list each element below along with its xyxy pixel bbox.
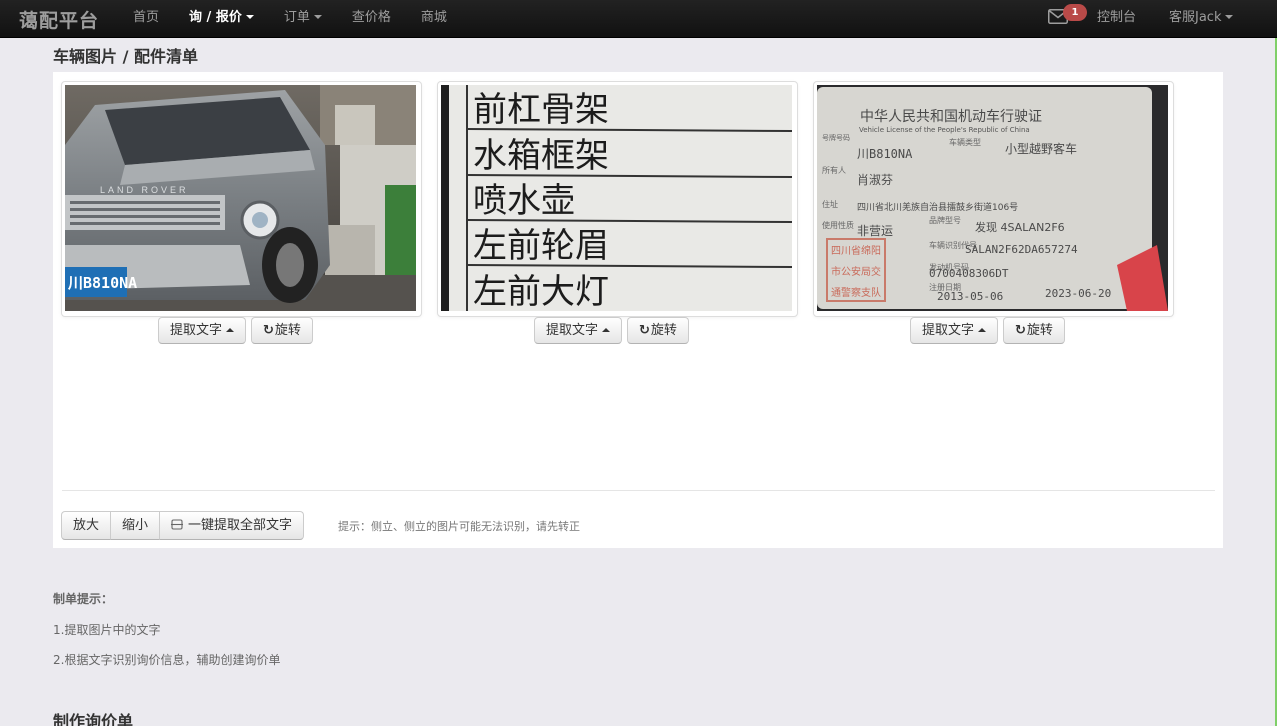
svg-text:号牌号码: 号牌号码 (822, 133, 850, 142)
nav-home[interactable]: 首页 (118, 0, 174, 38)
image-controls-vehicle-license: 提取文字 ↻旋转 (910, 317, 1065, 345)
rotate-hint: 提示：侧立、侧立的图片可能无法识别，请先转正 (338, 520, 580, 533)
extract-text-button[interactable]: 提取文字 (534, 317, 623, 344)
license-engine: 0700408306DT (929, 267, 1009, 280)
extract-all-text-button[interactable]: 一键提取全部文字 (159, 511, 305, 540)
image-thumbnail-vehicle-license[interactable]: 中华人民共和国机动车行驶证 Vehicle License of the Peo… (813, 81, 1174, 317)
image-thumbnail-car[interactable]: LAND ROVER 川B810NA (61, 81, 422, 317)
image-toolbar: 放大 缩小 一键提取全部文字 (61, 511, 305, 540)
svg-text:品牌型号: 品牌型号 (929, 215, 961, 225)
nav-console[interactable]: 控制台 (1097, 0, 1136, 38)
image-controls-car: 提取文字 ↻旋转 (158, 317, 313, 345)
license-address: 四川省北川羌族自治县擂鼓乡街道106号 (857, 201, 1018, 213)
parts-line-1: 前杠骨架 (473, 90, 609, 130)
license-vin: SALAN2F62DA657274 (965, 243, 1078, 256)
rotate-icon: ↻ (263, 323, 274, 338)
vehicle-license-photo: 中华人民共和国机动车行驶证 Vehicle License of the Peo… (817, 85, 1168, 311)
zoom-out-button[interactable]: 缩小 (110, 511, 161, 540)
caret-up-icon (978, 327, 987, 332)
svg-text:车辆类型: 车辆类型 (949, 137, 981, 147)
rotate-button[interactable]: ↻旋转 (1003, 317, 1065, 344)
license-plate-text: 川B810NA (67, 274, 137, 292)
svg-text:市公安局交: 市公安局交 (831, 265, 881, 278)
rotate-icon: ↻ (1015, 323, 1026, 338)
chevron-down-icon (1225, 14, 1234, 19)
tips-title: 制单提示： (53, 592, 114, 606)
license-register-date: 2013-05-06 (937, 290, 1003, 303)
tip-item: 1.提取图片中的文字 (53, 623, 161, 637)
section-title: 车辆图片 / 配件清单 (53, 47, 198, 66)
parts-line-3: 喷水壶 (473, 181, 575, 221)
notification-badge[interactable]: 1 (1063, 4, 1087, 21)
nav-mall[interactable]: 商城 (406, 0, 462, 38)
parts-list-photo: 前杠骨架 水箱框架 喷水壶 左前轮眉 左前大灯 (441, 85, 792, 311)
license-use: 非营运 (857, 224, 893, 238)
license-owner: 肖淑芬 (857, 173, 893, 187)
nav-price-lookup[interactable]: 查价格 (337, 0, 406, 38)
divider (62, 490, 1215, 491)
svg-text:所有人: 所有人 (822, 165, 846, 175)
car-photo: LAND ROVER 川B810NA (65, 85, 416, 311)
scan-icon (171, 519, 184, 530)
user-menu[interactable]: 客服Jack (1169, 0, 1234, 38)
rotate-button[interactable]: ↻旋转 (627, 317, 689, 344)
license-issue-date: 2023-06-20 (1045, 287, 1111, 300)
license-vehicle-type: 小型越野客车 (1005, 141, 1077, 156)
zoom-in-button[interactable]: 放大 (61, 511, 112, 540)
license-plate: 川B810NA (857, 147, 913, 161)
image-thumbnail-parts-list[interactable]: 前杠骨架 水箱框架 喷水壶 左前轮眉 左前大灯 (437, 81, 798, 317)
rotate-button[interactable]: ↻旋转 (251, 317, 313, 344)
chevron-down-icon (313, 14, 322, 19)
tip-item: 2.根据文字识别询价信息，辅助创建询价单 (53, 653, 281, 667)
svg-text:四川省绵阳: 四川省绵阳 (831, 244, 881, 257)
nav-orders[interactable]: 订单 (269, 0, 337, 38)
svg-text:通警察支队: 通警察支队 (831, 286, 881, 299)
top-navbar: 蔼配平台 首页 询 / 报价 订单 查价格 商城 1 控制台 客服Jack (0, 0, 1277, 38)
license-model: 发现 4SALAN2F6 (975, 220, 1065, 234)
image-panel: LAND ROVER 川B810NA 提取文字 ↻旋转 前杠骨架 水箱框架 喷水… (53, 72, 1223, 548)
create-inquiry-title: 制作询价单 (53, 712, 134, 726)
license-title: 中华人民共和国机动车行驶证 (860, 108, 1042, 125)
rotate-icon: ↻ (639, 323, 650, 338)
license-subtitle: Vehicle License of the People's Republic… (859, 126, 1030, 134)
caret-up-icon (602, 327, 611, 332)
main-nav: 首页 询 / 报价 订单 查价格 商城 (118, 0, 462, 38)
extract-text-button[interactable]: 提取文字 (910, 317, 999, 344)
extract-text-button[interactable]: 提取文字 (158, 317, 247, 344)
nav-inquiry-quote[interactable]: 询 / 报价 (174, 0, 269, 38)
parts-line-5: 左前大灯 (473, 272, 609, 311)
caret-up-icon (226, 327, 235, 332)
parts-line-4: 左前轮眉 (473, 226, 609, 266)
image-controls-parts-list: 提取文字 ↻旋转 (534, 317, 689, 345)
svg-text:住址: 住址 (822, 199, 838, 209)
svg-text:LAND ROVER: LAND ROVER (100, 185, 189, 195)
brand-logo[interactable]: 蔼配平台 (19, 6, 99, 33)
parts-line-2: 水箱框架 (473, 136, 609, 176)
chevron-down-icon (245, 14, 254, 19)
svg-text:使用性质: 使用性质 (822, 220, 854, 230)
